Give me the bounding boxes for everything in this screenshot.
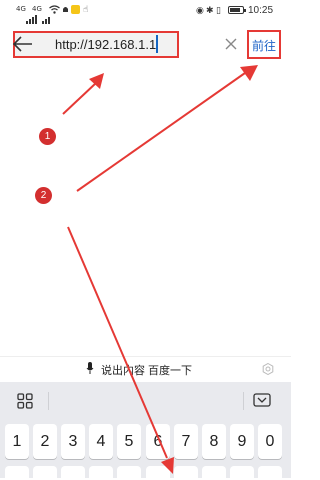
back-arrow-icon[interactable] [11, 34, 35, 54]
voice-prompt: 说出内容 百度一下 [101, 365, 193, 377]
toolbar-divider [48, 392, 49, 410]
toolbar-divider [243, 392, 244, 410]
wifi-icon [49, 5, 60, 14]
clear-icon[interactable] [222, 34, 240, 54]
keyboard-collapse-icon[interactable] [253, 393, 271, 407]
hand-icon: ☝ [83, 4, 89, 14]
arrow-1-shaft [62, 82, 97, 115]
microphone-icon [86, 362, 94, 374]
key-5[interactable]: 5 [117, 424, 141, 459]
key-4[interactable]: 4 [89, 424, 113, 459]
clock: 10:25 [248, 5, 274, 16]
key-1[interactable]: 1 [5, 424, 29, 459]
eye-icon: ◉ [196, 5, 204, 15]
key-8[interactable]: 8 [202, 424, 226, 459]
notification-icon [63, 7, 68, 12]
go-button-label: 前往 [252, 39, 277, 53]
step-badge-2: 2 [35, 187, 52, 204]
arrow-1-head-icon [89, 73, 104, 89]
app-notification-icon [71, 5, 80, 14]
signal-label-1: 4G [16, 5, 26, 13]
battery-icon [228, 6, 246, 14]
key-9[interactable]: 9 [230, 424, 254, 459]
vibrate-icon: ▯ [216, 5, 221, 15]
key-0[interactable]: 0 [258, 424, 282, 459]
key-2[interactable]: 2 [33, 424, 57, 459]
arrow-2-head-icon [240, 65, 258, 81]
bluetooth-icon: ✱ [206, 5, 214, 15]
url-text: http://192.168.1.1 [55, 37, 157, 52]
settings-icon[interactable] [262, 363, 274, 375]
text-caret [156, 35, 158, 53]
key-3[interactable]: 3 [61, 424, 85, 459]
key-7[interactable]: 7 [174, 424, 198, 459]
signal-label-2: 4G [32, 5, 42, 13]
keyboard-menu-icon[interactable] [17, 393, 33, 409]
key-6[interactable]: 6 [146, 424, 170, 459]
step-badge-1: 1 [39, 128, 56, 145]
arrow-2-shaft [76, 72, 246, 192]
